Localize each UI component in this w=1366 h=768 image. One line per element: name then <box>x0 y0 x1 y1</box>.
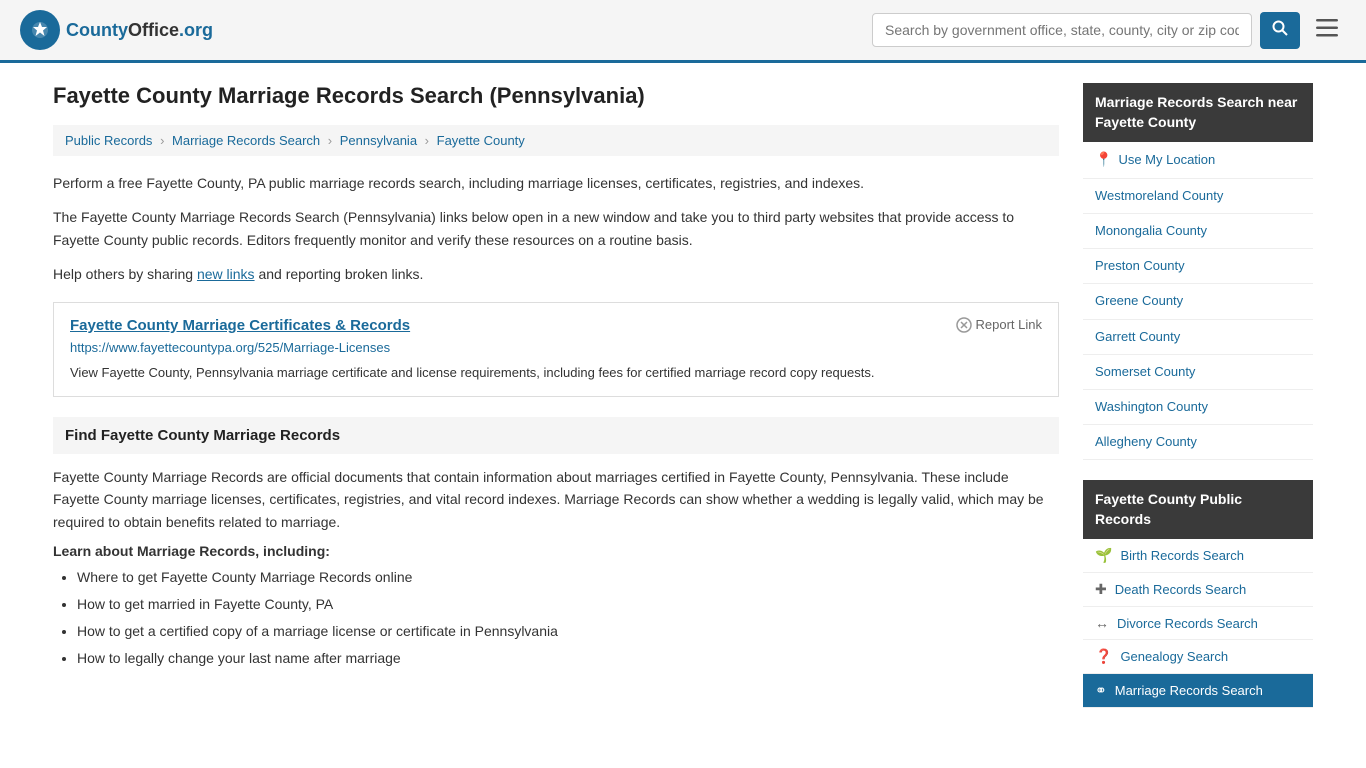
report-link-label: Report Link <box>976 317 1042 332</box>
sidebar-pr-genealogy[interactable]: ❓ Genealogy Search <box>1083 640 1313 674</box>
divorce-label: Divorce Records Search <box>1117 616 1258 631</box>
sidebar-item-monongalia[interactable]: Monongalia County <box>1083 214 1313 249</box>
death-label: Death Records Search <box>1115 582 1247 597</box>
find-section-title: Find Fayette County Marriage Records <box>65 427 1047 444</box>
link-card: Fayette County Marriage Certificates & R… <box>53 302 1059 398</box>
content-wrap: Fayette County Marriage Records Search (… <box>33 63 1333 748</box>
sidebar-item-my-location[interactable]: 📍 Use My Location <box>1083 142 1313 179</box>
search-input[interactable] <box>872 13 1252 47</box>
marriage-icon: ⚭ <box>1095 682 1107 699</box>
sidebar-pr-divorce[interactable]: ↔ Divorce Records Search <box>1083 607 1313 640</box>
location-icon: 📍 <box>1095 150 1112 170</box>
genealogy-label: Genealogy Search <box>1120 649 1228 664</box>
bullet-item: How to legally change your last name aft… <box>77 648 1059 669</box>
sidebar-item-washington[interactable]: Washington County <box>1083 390 1313 425</box>
nearby-section: Marriage Records Search near Fayette Cou… <box>1083 83 1313 460</box>
breadcrumb-sep1: › <box>160 133 168 148</box>
nearby-header: Marriage Records Search near Fayette Cou… <box>1083 83 1313 142</box>
sidebar-pr-death[interactable]: ✚ Death Records Search <box>1083 573 1313 607</box>
find-section-text: Fayette County Marriage Records are offi… <box>53 466 1059 533</box>
desc-para-1: Perform a free Fayette County, PA public… <box>53 172 1059 194</box>
logo-county: County <box>66 20 128 40</box>
link-card-url[interactable]: https://www.fayettecountypa.org/525/Marr… <box>70 340 1042 355</box>
sidebar-item-somerset[interactable]: Somerset County <box>1083 355 1313 390</box>
location-label: Use My Location <box>1118 151 1215 169</box>
search-button[interactable] <box>1260 12 1300 49</box>
menu-button[interactable] <box>1308 13 1346 47</box>
breadcrumb-pennsylvania[interactable]: Pennsylvania <box>340 133 417 148</box>
sidebar-item-westmoreland[interactable]: Westmoreland County <box>1083 179 1313 214</box>
breadcrumb-fayette[interactable]: Fayette County <box>437 133 525 148</box>
header: CountyOffice.org <box>0 0 1366 63</box>
link-card-header: Fayette County Marriage Certificates & R… <box>70 317 1042 334</box>
bullet-item: Where to get Fayette County Marriage Rec… <box>77 567 1059 588</box>
desc-para-2: The Fayette County Marriage Records Sear… <box>53 206 1059 251</box>
find-section-header: Find Fayette County Marriage Records <box>53 417 1059 454</box>
page-title: Fayette County Marriage Records Search (… <box>53 83 1059 109</box>
death-icon: ✚ <box>1095 581 1107 598</box>
logo-office: Office <box>128 20 179 40</box>
desc3-post: and reporting broken links. <box>255 266 424 282</box>
bullet-item: How to get a certified copy of a marriag… <box>77 621 1059 642</box>
sidebar: Marriage Records Search near Fayette Cou… <box>1083 83 1313 728</box>
public-records-section: Fayette County Public Records 🌱 Birth Re… <box>1083 480 1313 708</box>
sidebar-pr-marriage[interactable]: ⚭ Marriage Records Search <box>1083 674 1313 708</box>
breadcrumb: Public Records › Marriage Records Search… <box>53 125 1059 156</box>
birth-icon: 🌱 <box>1095 547 1112 564</box>
link-card-desc: View Fayette County, Pennsylvania marria… <box>70 363 1042 383</box>
link-card-title[interactable]: Fayette County Marriage Certificates & R… <box>70 317 410 334</box>
logo-text: CountyOffice.org <box>66 20 213 41</box>
bullet-list: Where to get Fayette County Marriage Rec… <box>77 567 1059 669</box>
sidebar-item-greene[interactable]: Greene County <box>1083 284 1313 319</box>
report-link[interactable]: Report Link <box>956 317 1042 333</box>
sidebar-item-preston[interactable]: Preston County <box>1083 249 1313 284</box>
main-content: Fayette County Marriage Records Search (… <box>53 83 1059 728</box>
desc3-pre: Help others by sharing <box>53 266 197 282</box>
breadcrumb-sep3: › <box>425 133 433 148</box>
marriage-label: Marriage Records Search <box>1115 683 1263 698</box>
birth-label: Birth Records Search <box>1120 548 1244 563</box>
bullet-item: How to get married in Fayette County, PA <box>77 594 1059 615</box>
genealogy-icon: ❓ <box>1095 648 1112 665</box>
breadcrumb-public-records[interactable]: Public Records <box>65 133 152 148</box>
desc-para-3: Help others by sharing new links and rep… <box>53 263 1059 285</box>
logo-icon <box>20 10 60 50</box>
sidebar-pr-birth[interactable]: 🌱 Birth Records Search <box>1083 539 1313 573</box>
divorce-icon: ↔ <box>1095 615 1109 631</box>
breadcrumb-marriage-records[interactable]: Marriage Records Search <box>172 133 320 148</box>
search-area <box>872 12 1346 49</box>
logo-org: .org <box>179 20 213 40</box>
breadcrumb-sep2: › <box>328 133 336 148</box>
learn-heading: Learn about Marriage Records, including: <box>53 543 1059 559</box>
new-links-link[interactable]: new links <box>197 266 255 282</box>
sidebar-item-allegheny[interactable]: Allegheny County <box>1083 425 1313 460</box>
report-icon <box>956 317 972 333</box>
logo-area: CountyOffice.org <box>20 10 213 50</box>
sidebar-item-garrett[interactable]: Garrett County <box>1083 320 1313 355</box>
public-records-header: Fayette County Public Records <box>1083 480 1313 539</box>
